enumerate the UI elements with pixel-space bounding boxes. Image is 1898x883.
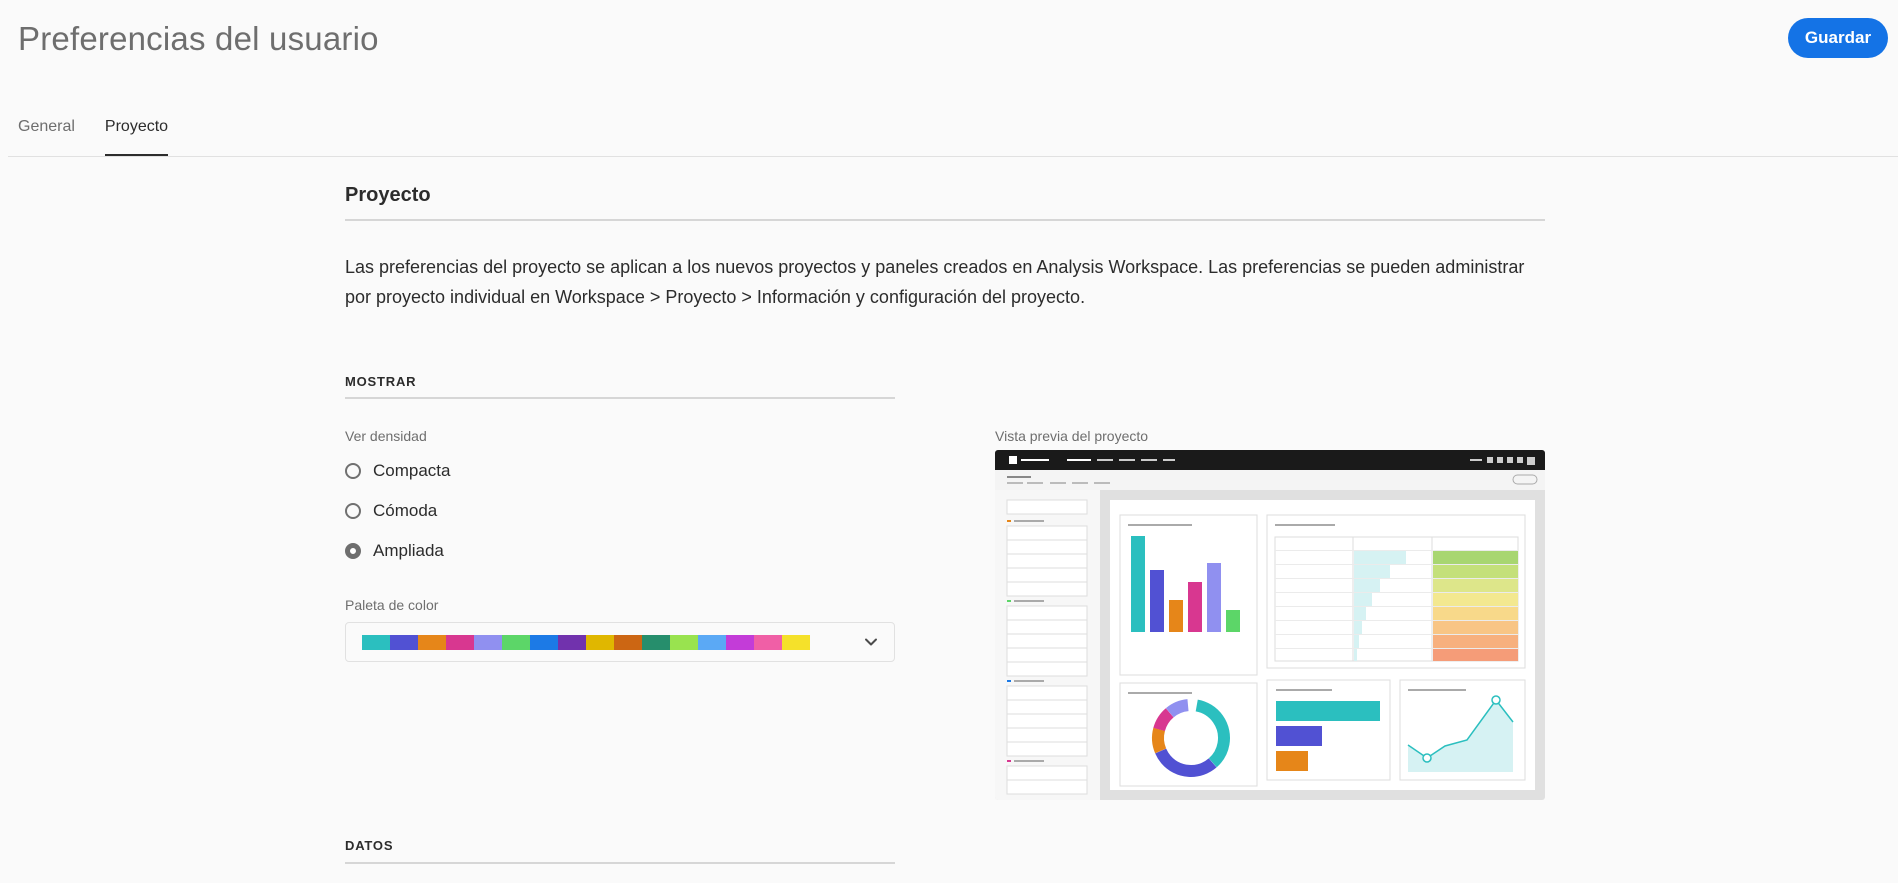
tab-proyecto[interactable]: Proyecto	[104, 112, 169, 156]
palette-swatch	[558, 634, 586, 650]
palette-label: Paleta de color	[345, 597, 439, 613]
palette-swatch	[474, 634, 502, 650]
palette-swatches	[362, 634, 810, 650]
palette-swatch	[418, 634, 446, 650]
density-label: Ver densidad	[345, 428, 427, 444]
chevron-down-icon	[865, 638, 877, 646]
palette-swatch	[446, 634, 474, 650]
density-option-comoda[interactable]: Cómoda	[345, 501, 437, 521]
page-title: Preferencias del usuario	[18, 20, 379, 57]
palette-swatch	[670, 634, 698, 650]
tab-bar: General Proyecto	[18, 112, 198, 156]
data-divider	[345, 862, 895, 864]
display-divider	[345, 397, 895, 399]
display-heading: MOSTRAR	[345, 374, 417, 389]
radio-button[interactable]	[345, 463, 361, 479]
section-divider	[345, 219, 1545, 221]
radio-label: Cómoda	[373, 501, 438, 520]
tab-general[interactable]: General	[18, 112, 75, 156]
radio-button[interactable]	[345, 503, 361, 519]
palette-swatch	[530, 634, 558, 650]
radio-button[interactable]	[345, 543, 361, 559]
palette-swatch	[642, 634, 670, 650]
palette-swatch	[362, 634, 390, 650]
palette-swatch	[698, 634, 726, 650]
density-option-compacta[interactable]: Compacta	[345, 461, 450, 481]
palette-swatch	[390, 634, 418, 650]
tabs-divider	[8, 156, 1898, 157]
density-option-ampliada[interactable]: Ampliada	[345, 541, 444, 561]
palette-swatch	[754, 634, 782, 650]
section-description: Las preferencias del proyecto se aplican…	[345, 257, 1525, 307]
data-heading: DATOS	[345, 838, 394, 853]
radio-label: Compacta	[373, 461, 451, 480]
palette-swatch	[586, 634, 614, 650]
radio-label: Ampliada	[373, 541, 444, 560]
preview-label: Vista previa del proyecto	[995, 428, 1149, 444]
palette-swatch	[502, 634, 530, 650]
palette-swatch	[782, 634, 810, 650]
section-title: Proyecto	[345, 184, 431, 206]
project-preview-illustration	[995, 450, 1545, 800]
palette-swatch	[614, 634, 642, 650]
save-button[interactable]: Guardar	[1788, 18, 1888, 58]
color-palette-select[interactable]	[345, 622, 895, 662]
palette-swatch	[726, 634, 754, 650]
project-preview-image	[995, 450, 1545, 800]
